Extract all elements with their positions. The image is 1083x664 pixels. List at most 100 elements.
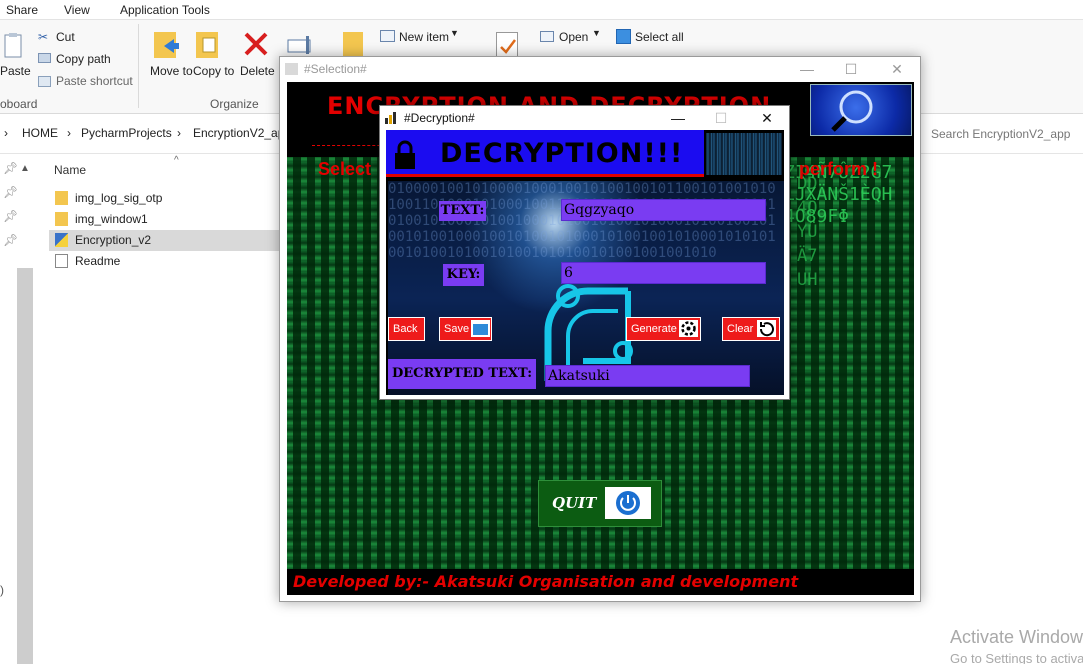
power-icon bbox=[605, 487, 651, 519]
paste-button[interactable]: Paste bbox=[0, 64, 31, 78]
maximize-button[interactable]: ☐ bbox=[706, 108, 736, 128]
chevron-down-icon: ▼ bbox=[592, 28, 601, 38]
pin-icon[interactable]: 📌︎ bbox=[3, 209, 18, 223]
cut-icon: ✂ bbox=[38, 30, 49, 44]
file-name: Encryption_v2 bbox=[75, 233, 152, 247]
list-item[interactable]: Encryption_v2 bbox=[49, 230, 279, 251]
sort-icon: ^ bbox=[174, 155, 179, 166]
quit-button[interactable]: QUIT bbox=[538, 480, 662, 527]
decryption-window: #Decryption# — ☐ ✕ DECRYPTION!!! 0100001… bbox=[379, 105, 790, 400]
key-label: KEY: bbox=[443, 264, 484, 286]
delete-button[interactable]: Delete bbox=[240, 64, 275, 78]
new-folder-icon[interactable] bbox=[343, 32, 363, 58]
move-to-button[interactable]: Move to bbox=[150, 64, 193, 78]
minimize-button[interactable]: — bbox=[792, 60, 822, 78]
activation-watermark-sub: Go to Settings to activate Windows. bbox=[950, 651, 1083, 664]
maximize-button[interactable]: ☐ bbox=[836, 60, 866, 78]
list-item[interactable]: img_log_sig_otp bbox=[49, 188, 279, 209]
save-label: Save bbox=[444, 323, 470, 335]
ribbon-separator bbox=[138, 24, 139, 108]
select-all-button[interactable]: Select all bbox=[635, 30, 684, 44]
new-item-button[interactable]: New item bbox=[399, 30, 449, 44]
generate-label: Generate bbox=[631, 323, 677, 335]
file-name: img_log_sig_otp bbox=[75, 191, 163, 205]
folder-icon bbox=[55, 212, 68, 226]
prompt-text: Select bbox=[318, 159, 372, 179]
code-image bbox=[706, 133, 782, 175]
decryption-body: DECRYPTION!!! 01000010010100001000100101… bbox=[386, 130, 784, 395]
file-list: Name ^ img_log_sig_otp img_window1 Encry… bbox=[34, 155, 284, 355]
rename-icon[interactable] bbox=[286, 34, 316, 56]
breadcrumb-home[interactable]: HOME bbox=[22, 126, 58, 140]
fingerprint-logo bbox=[810, 84, 912, 136]
open-button[interactable]: Open bbox=[559, 30, 588, 44]
chevron-up-icon[interactable]: ▲ bbox=[20, 163, 30, 174]
close-button[interactable]: ✕ bbox=[882, 60, 912, 78]
column-header-name[interactable]: Name bbox=[54, 163, 86, 177]
back-button[interactable]: Back bbox=[388, 317, 425, 341]
folder-icon bbox=[55, 191, 68, 205]
text-input[interactable]: Gqgzyaqo bbox=[561, 199, 766, 221]
pin-icon[interactable]: 📌︎ bbox=[3, 233, 18, 247]
decrypted-text-output[interactable]: Akatsuki bbox=[545, 365, 750, 387]
ribbon-tab-bar: Share View Application Tools bbox=[0, 0, 1083, 20]
copy-to-icon[interactable] bbox=[194, 28, 222, 60]
selection-title-bar[interactable]: #Selection# — ☐ ✕ bbox=[280, 57, 920, 82]
delete-icon[interactable] bbox=[242, 30, 270, 58]
file-name: Readme bbox=[75, 254, 121, 268]
lock-icon bbox=[392, 140, 418, 170]
desktop: Share View Application Tools Paste ✂ Cut… bbox=[0, 0, 1083, 664]
pin-icon[interactable]: 📌︎ bbox=[3, 185, 18, 199]
minimize-button[interactable]: — bbox=[663, 108, 693, 128]
open-icon bbox=[540, 31, 554, 42]
text-file-icon bbox=[55, 254, 68, 268]
save-button[interactable]: Save bbox=[439, 317, 492, 341]
copy-path-icon bbox=[38, 53, 51, 63]
new-item-icon bbox=[380, 30, 395, 42]
chevron-down-icon: ▼ bbox=[450, 28, 459, 38]
paste-shortcut-button[interactable]: Paste shortcut bbox=[56, 74, 133, 88]
scrollbar[interactable] bbox=[17, 268, 33, 664]
clear-button[interactable]: Clear bbox=[722, 317, 780, 341]
copy-path-button[interactable]: Copy path bbox=[56, 52, 111, 66]
close-button[interactable]: ✕ bbox=[752, 108, 782, 128]
tab-application-tools[interactable]: Application Tools bbox=[120, 3, 210, 17]
decryption-title-bar[interactable]: #Decryption# — ☐ ✕ bbox=[380, 106, 789, 130]
quit-label: QUIT bbox=[552, 494, 597, 512]
window-title: #Selection# bbox=[304, 62, 367, 76]
key-input[interactable]: 6 bbox=[561, 262, 766, 284]
chevron-right-icon: › bbox=[67, 126, 71, 140]
generate-button[interactable]: Generate bbox=[626, 317, 701, 341]
file-name: img_window1 bbox=[75, 212, 148, 226]
breadcrumb-encryptionv2[interactable]: EncryptionV2_ap bbox=[193, 126, 284, 140]
folder-icon bbox=[471, 320, 490, 337]
decryption-form: 0100001001010000100010010100100101100101… bbox=[388, 181, 784, 395]
cut-button[interactable]: Cut bbox=[56, 30, 75, 44]
organize-group-label: Organize bbox=[210, 97, 259, 111]
list-item[interactable]: Readme bbox=[49, 251, 279, 272]
gear-icon bbox=[679, 320, 698, 337]
tree-bracket: ) bbox=[0, 583, 4, 597]
move-to-icon[interactable] bbox=[152, 28, 180, 60]
chevron-right-icon: › bbox=[4, 126, 8, 140]
pin-icon[interactable]: 📌︎ bbox=[3, 161, 18, 175]
paste-icon[interactable] bbox=[2, 32, 24, 58]
feather-icon bbox=[385, 112, 398, 124]
properties-icon[interactable] bbox=[496, 32, 518, 58]
select-all-icon bbox=[616, 29, 631, 44]
copy-to-button[interactable]: Copy to bbox=[193, 64, 234, 78]
search-input[interactable]: Search EncryptionV2_app bbox=[920, 118, 1083, 150]
feather-icon bbox=[285, 63, 298, 75]
decryption-banner: DECRYPTION!!! bbox=[386, 130, 704, 177]
tab-share[interactable]: Share bbox=[6, 3, 38, 17]
breadcrumb-pycharmprojects[interactable]: PycharmProjects bbox=[81, 126, 172, 140]
prompt-text-end: perform ! bbox=[799, 159, 879, 179]
refresh-icon bbox=[757, 320, 776, 337]
activation-watermark: Activate Windows bbox=[950, 627, 1083, 647]
back-label: Back bbox=[393, 323, 418, 335]
footer-credit: Developed by:- Akatsuki Organisation and… bbox=[293, 572, 799, 591]
clear-label: Clear bbox=[727, 323, 754, 335]
paste-shortcut-icon bbox=[38, 76, 51, 87]
list-item[interactable]: img_window1 bbox=[49, 209, 279, 230]
tab-view[interactable]: View bbox=[64, 3, 90, 17]
